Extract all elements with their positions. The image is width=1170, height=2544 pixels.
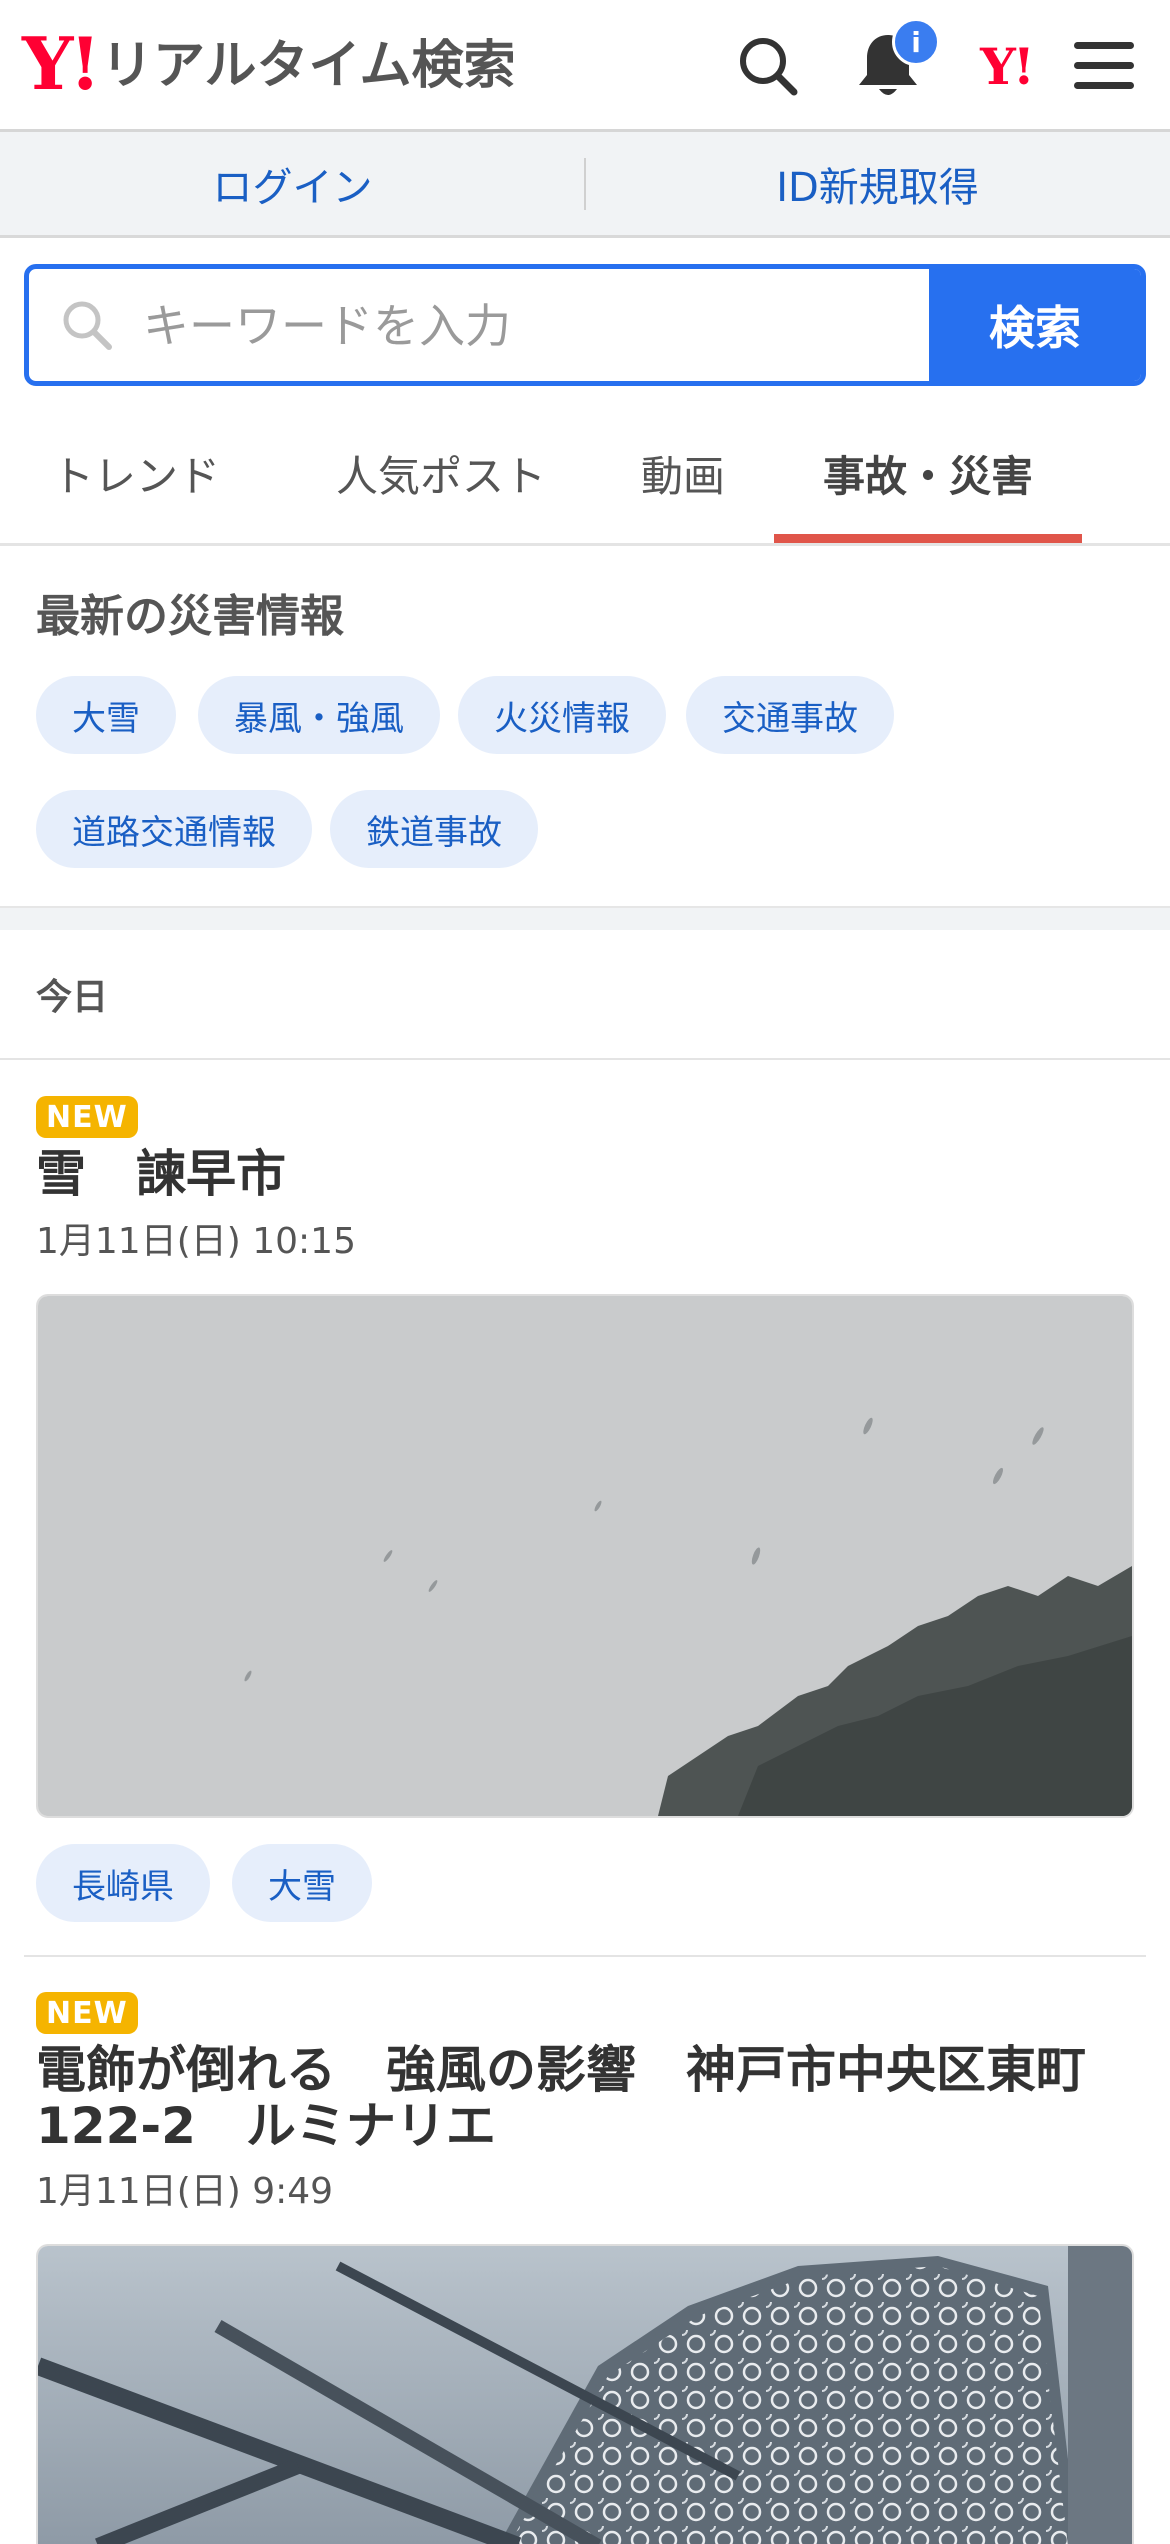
tab-accidents-disasters[interactable]: 事故・災害	[774, 404, 1082, 543]
section-separator	[0, 906, 1170, 930]
tag-nagasaki[interactable]: 長崎県	[36, 1844, 210, 1922]
tab-videos[interactable]: 動画	[620, 404, 746, 543]
site-logo[interactable]: Y! リアルタイム検索	[22, 28, 515, 100]
tag-heavy-snow[interactable]: 大雪	[232, 1844, 372, 1922]
new-badge: NEW	[36, 1096, 138, 1138]
chip-traffic-accident[interactable]: 交通事故	[686, 676, 894, 754]
search-icon[interactable]	[728, 26, 808, 106]
chip-road-traffic[interactable]: 道路交通情報	[36, 790, 312, 868]
chip-fire[interactable]: 火災情報	[458, 676, 666, 754]
notification-button[interactable]: i	[848, 18, 940, 106]
search-icon	[63, 301, 112, 350]
article-time: 1月11日(日) 10:15	[36, 1221, 356, 1262]
snow-scene-image	[38, 1296, 1132, 1816]
tab-trend[interactable]: トレンド	[36, 404, 236, 543]
chip-railway-accident[interactable]: 鉄道事故	[330, 790, 538, 868]
article-time: 1月11日(日) 9:49	[36, 2171, 334, 2212]
search-bar: 検索	[24, 264, 1146, 386]
login-link[interactable]: ログイン	[0, 132, 585, 235]
divider	[24, 1955, 1146, 1957]
article-title[interactable]: 雪 諫早市	[36, 1146, 1136, 1202]
site-title: リアルタイム検索	[101, 36, 516, 96]
category-tabs: トレンド 人気ポスト 動画 事故・災害	[0, 404, 1170, 546]
search-input[interactable]	[141, 281, 945, 371]
chip-heavy-snow[interactable]: 大雪	[36, 676, 176, 754]
yahoo-logo-icon[interactable]: Y!	[966, 26, 1046, 106]
illumination-collapse-image	[38, 2246, 1132, 2544]
section-title: 最新の災害情報	[36, 591, 344, 642]
article-image[interactable]	[36, 2244, 1134, 2544]
tab-popular-posts[interactable]: 人気ポスト	[318, 404, 564, 543]
yahoo-mark: Y!	[980, 36, 1035, 96]
new-badge: NEW	[36, 1992, 138, 2034]
divider	[0, 1058, 1170, 1060]
notification-badge: i	[892, 18, 940, 66]
chip-storm[interactable]: 暴風・強風	[198, 676, 440, 754]
search-button[interactable]: 検索	[929, 269, 1141, 381]
article-image[interactable]	[36, 1294, 1134, 1818]
date-heading: 今日	[36, 977, 109, 1018]
yahoo-logo-mark: Y!	[22, 21, 101, 106]
app-header: Y! リアルタイム検索 i Y!	[0, 0, 1170, 132]
article-title[interactable]: 電飾が倒れる 強風の影響 神戸市中央区東町122-2 ルミナリエ	[36, 2042, 1136, 2154]
account-bar: ログイン ID新規取得	[0, 132, 1170, 238]
menu-icon[interactable]	[1064, 26, 1144, 106]
register-link[interactable]: ID新規取得	[585, 132, 1170, 235]
